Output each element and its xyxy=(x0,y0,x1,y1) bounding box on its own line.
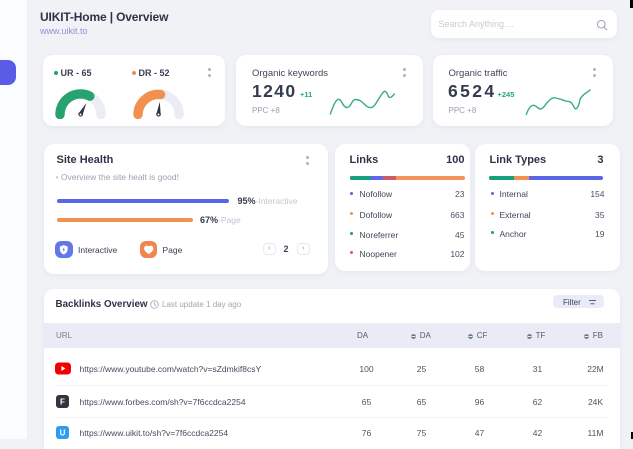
svg-text:F: F xyxy=(60,397,65,406)
svg-text:U: U xyxy=(60,428,66,437)
